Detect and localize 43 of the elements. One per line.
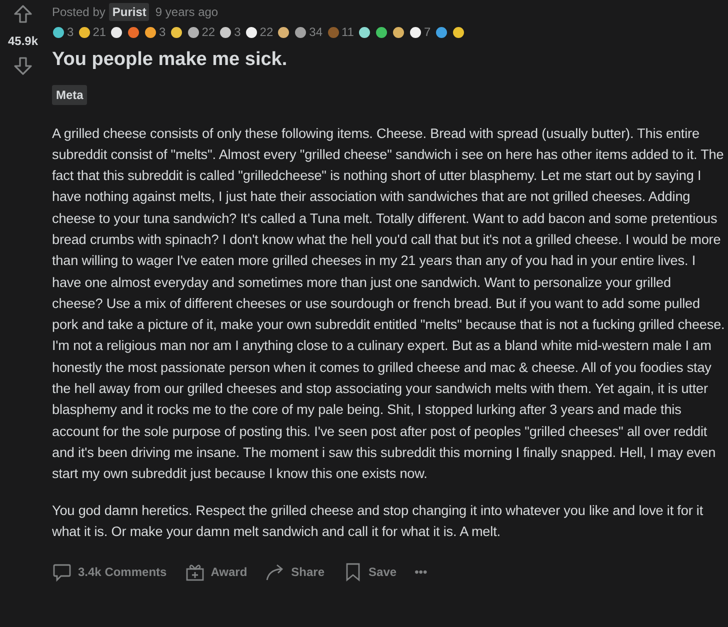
award-count: 11 bbox=[342, 24, 354, 41]
award-icon[interactable] bbox=[294, 26, 308, 38]
upvote-icon[interactable] bbox=[13, 4, 33, 24]
award-icon[interactable] bbox=[434, 26, 448, 38]
post-time: 9 years ago bbox=[155, 4, 218, 21]
share-arrow-icon bbox=[265, 562, 286, 582]
award-icon[interactable] bbox=[170, 26, 183, 38]
comments-button[interactable]: 3.4k Comments bbox=[48, 556, 171, 588]
award-icon[interactable] bbox=[452, 26, 465, 38]
author-link[interactable]: Purist bbox=[109, 3, 150, 21]
award-icon[interactable] bbox=[244, 26, 258, 38]
award-count: 22 bbox=[260, 24, 274, 41]
award-icon[interactable] bbox=[52, 26, 65, 38]
award-count: 3 bbox=[159, 24, 166, 41]
save-button[interactable]: Save bbox=[338, 556, 401, 588]
post-flair[interactable]: Meta bbox=[52, 84, 88, 104]
award-count: 21 bbox=[92, 24, 106, 41]
award-button[interactable]: Award bbox=[180, 556, 252, 588]
award-count: 7 bbox=[424, 24, 431, 41]
award-icon[interactable] bbox=[374, 26, 388, 38]
gift-icon bbox=[184, 562, 205, 582]
vote-count: 45.9k bbox=[8, 33, 38, 50]
award-icon[interactable] bbox=[277, 26, 290, 38]
award-count: 3 bbox=[234, 24, 241, 41]
award-icon[interactable] bbox=[186, 26, 200, 38]
posted-by-label: Posted by bbox=[52, 4, 106, 21]
award-icon[interactable] bbox=[78, 26, 91, 38]
award-icon[interactable] bbox=[392, 26, 405, 38]
award-count: 22 bbox=[202, 24, 216, 41]
comment-icon bbox=[52, 562, 72, 582]
downvote-icon[interactable] bbox=[13, 56, 33, 76]
award-count: 3 bbox=[67, 24, 74, 41]
award-icon[interactable] bbox=[219, 26, 232, 38]
post-paragraph: You god damn heretics. Respect the grilled cheese and stop changing it into whatever you like and love it for it what it is. Or make your damn melt sandwich and call it for what it is. A melt. bbox=[52, 502, 704, 541]
award-count: 34 bbox=[309, 24, 322, 41]
award-icon[interactable] bbox=[110, 26, 124, 38]
post-paragraph: A grilled cheese consists of only these following items. Cheese. Bread with spread (usually butter). This entire subreddit consist of "melts". Almost every "grilled cheese" sandwich i see on here has other items added to it. The fact that this subreddit is called "grilledcheese" is nothing short of utter blasphemy. Let me start out by saying I have nothing against melts, I just hate their association with sandwiches that are not grilled cheeses. Adding cheese to your tuna sandwich? It's called a Tuna melt. Totally different. Want to add bacon and some pretentious bread crumbs with spinach? I don't know what the hell you'd call that but it's not a grilled cheese. I would be more than willing to wager I've eaten more grilled cheeses in my 21 years than any of you had in your entire lives. I have one almost everyday and sometimes more than just one sandwich. Want to personalize your grilled cheese? Use a mix of different cheeses or use sourdough or french bread. But if you want to add some pulled pork and take a picture of it, make your own subreddit entitled "melts" because that is not a fucking grilled cheese. I'm not a religious man nor am I anything close to a culinary expert. But as a bland white mid-western male I am honestly the most passionate person when it comes to grilled cheese and mac & cheese. All of you foodies stay the hell away from our grilled cheeses and stop associating your sandwich melts with them. Yet again, it is utter blasphemy and it rocks me to the core of my pale being. Shit, I stopped lurking after 3 years and made this account for the sole purpose of posting this. I've seen post after post of peoples "grilled cheeses" all over reddit and it's been driving me insane. The moment i saw this subreddit this morning I finally snapped. Hell, I may even start my own subreddit just because I know this one exists now. bbox=[52, 124, 725, 484]
award-icon[interactable] bbox=[358, 26, 371, 38]
share-button[interactable]: Share bbox=[261, 556, 329, 588]
award-icon[interactable] bbox=[144, 26, 158, 38]
award-icon[interactable] bbox=[408, 26, 422, 38]
post-title: You people make me sick. bbox=[52, 48, 288, 72]
more-options-button[interactable]: ••• bbox=[410, 557, 432, 588]
